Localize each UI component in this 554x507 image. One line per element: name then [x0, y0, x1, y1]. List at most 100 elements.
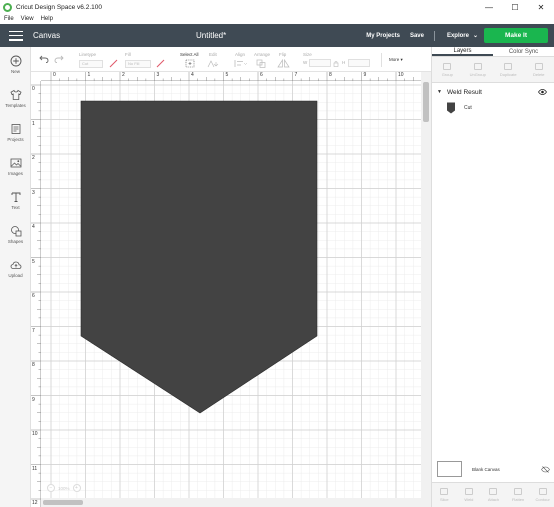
group-button[interactable]: Group — [432, 57, 463, 82]
ruler-top-number: 3 — [156, 72, 160, 78]
vertical-scrollbar[interactable] — [421, 72, 431, 507]
layer-thumbnail-icon — [447, 102, 455, 114]
flip-icon[interactable] — [277, 59, 290, 68]
ruler-left-number: 2 — [32, 155, 35, 161]
attach-button[interactable]: Attach — [481, 483, 506, 507]
make-it-button[interactable]: Make It — [484, 28, 548, 43]
blank-canvas-label: Blank Canvas — [472, 466, 500, 472]
horizontal-scroll-thumb[interactable] — [43, 500, 83, 505]
zoom-level: 100% — [58, 485, 70, 491]
contour-icon — [538, 488, 547, 495]
size-label: Size — [303, 52, 312, 57]
weld-button[interactable]: Weld — [457, 483, 482, 507]
ruler-left-number: 10 — [32, 431, 38, 437]
horizontal-scrollbar[interactable] — [41, 498, 421, 507]
zoom-out-button[interactable]: − — [47, 484, 55, 492]
width-input[interactable] — [309, 59, 331, 67]
sidebar-item-projects[interactable]: Projects — [0, 123, 31, 142]
close-button[interactable]: ✕ — [528, 0, 554, 14]
fill-select[interactable]: No Fill — [125, 60, 151, 68]
ungroup-icon — [473, 62, 482, 70]
arrange-icon[interactable] — [256, 59, 269, 68]
hamburger-menu-icon[interactable] — [9, 30, 23, 41]
layer-group-weld-result[interactable]: ▼ Weld Result — [432, 86, 554, 98]
ruler-top-number: 9 — [363, 72, 367, 78]
zoom-in-button[interactable]: + — [72, 484, 81, 492]
ruler-left-number: 7 — [32, 327, 35, 334]
slice-label: Slice — [439, 497, 449, 502]
contour-button[interactable]: Contour — [530, 483, 554, 507]
tab-color-sync[interactable]: Color Sync — [493, 47, 554, 56]
group-icon — [443, 62, 452, 70]
align-label: Align — [235, 52, 246, 57]
eye-icon[interactable] — [538, 89, 547, 95]
toolbar-divider — [381, 53, 382, 67]
sidebar-item-label: Upload — [8, 273, 23, 278]
shirt-icon — [9, 89, 22, 101]
chevron-down-icon[interactable]: ▼ — [437, 89, 442, 95]
ruler-left-number: 3 — [32, 189, 35, 196]
pen-color-icon[interactable] — [109, 59, 118, 68]
layer-actions: Slice Weld Attach Flatten Contour — [432, 482, 554, 507]
ruler-top-number: 2 — [122, 72, 125, 78]
canvas-color-swatch[interactable] — [437, 461, 462, 477]
cloud-upload-icon — [10, 259, 22, 271]
sidebar-item-shapes[interactable]: Shapes — [0, 225, 31, 244]
eye-slash-icon[interactable] — [541, 465, 550, 473]
layer-item-cut[interactable]: Cut — [446, 102, 472, 114]
sidebar-item-text[interactable]: Text — [0, 191, 31, 210]
my-projects-link[interactable]: My Projects — [366, 33, 400, 39]
save-link[interactable]: Save — [410, 33, 424, 39]
minimize-button[interactable]: — — [476, 0, 502, 14]
lock-icon[interactable] — [333, 60, 339, 67]
text-icon — [10, 191, 22, 203]
layer-tools: Group UnGroup Duplicate Delete — [432, 57, 554, 83]
vertical-scroll-thumb[interactable] — [423, 82, 429, 122]
height-input[interactable] — [348, 59, 370, 67]
more-dropdown[interactable]: More ▾ — [389, 57, 403, 63]
menu-view[interactable]: View — [21, 16, 34, 22]
pennant-banner-shape[interactable] — [80, 100, 318, 414]
undo-icon[interactable] — [39, 55, 49, 63]
sidebar-item-upload[interactable]: Upload — [0, 259, 31, 278]
align-icon[interactable] — [234, 59, 247, 68]
tab-layers[interactable]: Layers — [432, 47, 493, 56]
sidebar-item-label: Shapes — [7, 239, 24, 244]
weld-result-shape[interactable] — [41, 81, 421, 498]
title-bar: Cricut Design Space v6.2.100 — ☐ ✕ — [0, 0, 554, 14]
design-canvas[interactable]: 0 1 2 3 4 5 6 7 8 9 10 0 1 2 3 4 5 6 7 8 9 10 11 12 − 100% + — [31, 72, 431, 507]
weld-icon — [464, 488, 473, 495]
shapes-icon — [10, 225, 22, 237]
zoom-controls: − 100% + — [47, 484, 81, 492]
section-title: Canvas — [33, 31, 61, 40]
delete-button[interactable]: Delete — [524, 57, 554, 82]
blank-canvas-row[interactable]: Blank Canvas — [437, 461, 550, 477]
ruler-left-number: 6 — [32, 293, 35, 299]
duplicate-button[interactable]: Duplicate — [493, 57, 524, 82]
linetype-select[interactable]: Cut — [79, 60, 103, 68]
explore-dropdown[interactable]: Explore ⌄ — [447, 32, 478, 40]
caret-down-icon: ▾ — [400, 57, 403, 62]
attach-icon — [489, 488, 498, 495]
slice-button[interactable]: Slice — [432, 483, 457, 507]
contour-label: Contour — [535, 497, 550, 502]
ungroup-button[interactable]: UnGroup — [463, 57, 494, 82]
sidebar-item-templates[interactable]: Templates — [0, 89, 31, 108]
sidebar-item-label: Text — [11, 205, 20, 210]
menu-file[interactable]: File — [4, 16, 14, 22]
ruler-left: 0 1 2 3 4 5 6 7 8 9 10 11 12 — [31, 81, 41, 507]
sidebar-item-new[interactable]: New — [0, 55, 31, 74]
maximize-button[interactable]: ☐ — [502, 0, 528, 14]
ruler-top-number: 8 — [329, 72, 332, 78]
fill-label: Fill — [125, 52, 131, 57]
select-all-icon[interactable] — [185, 59, 195, 68]
redo-icon[interactable] — [54, 55, 64, 63]
ruler-top-number: 4 — [191, 72, 194, 78]
fill-color-icon[interactable] — [156, 59, 165, 68]
canvas-grid[interactable] — [41, 81, 421, 498]
sidebar-item-label: Templates — [5, 103, 26, 108]
edit-icon[interactable] — [207, 59, 219, 68]
sidebar-item-images[interactable]: Images — [0, 157, 31, 176]
menu-help[interactable]: Help — [41, 16, 53, 22]
flatten-button[interactable]: Flatten — [506, 483, 531, 507]
